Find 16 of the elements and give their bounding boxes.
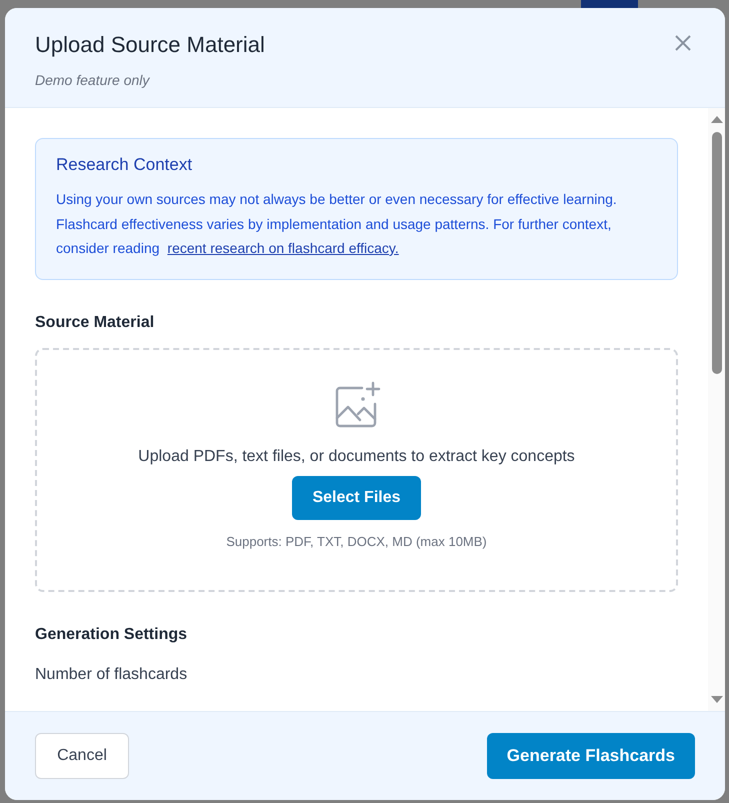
upload-instructions: Upload PDFs, text files, or documents to extract key concepts [138,448,575,466]
notice-text: Using your own sources may not always be better or even necessary for effective learning. Flashcard effectiveness varies by implementation and usage patterns. For further context, consider reading recent research on flashcard efficacy. [56,190,618,258]
supported-formats: Supports: PDF, TXT, DOCX, MD (max 10MB) [226,534,487,548]
upload-dropzone[interactable]: Upload PDFs, text files, or documents to extract key concepts Select Files Supports: PDF, TXT, DOCX, MD (max 10MB) [35,348,678,592]
section-heading: Generation Settings [35,626,188,644]
generate-button[interactable]: Generate Flashcards [486,733,695,779]
field-label: Number of flashcards [35,666,188,684]
scrollbar[interactable] [708,108,725,711]
modal-subtitle: Demo feature only [35,72,151,88]
close-icon[interactable] [674,34,692,52]
research-link[interactable]: recent research on flashcard efficacy. [167,240,399,256]
section-heading: Source Material [35,314,156,332]
modal-title: Upload Source Material [35,32,265,58]
notice-title: Research Context [56,155,194,175]
select-files-button[interactable]: Select Files [292,476,421,520]
cancel-button[interactable]: Cancel [35,733,129,779]
